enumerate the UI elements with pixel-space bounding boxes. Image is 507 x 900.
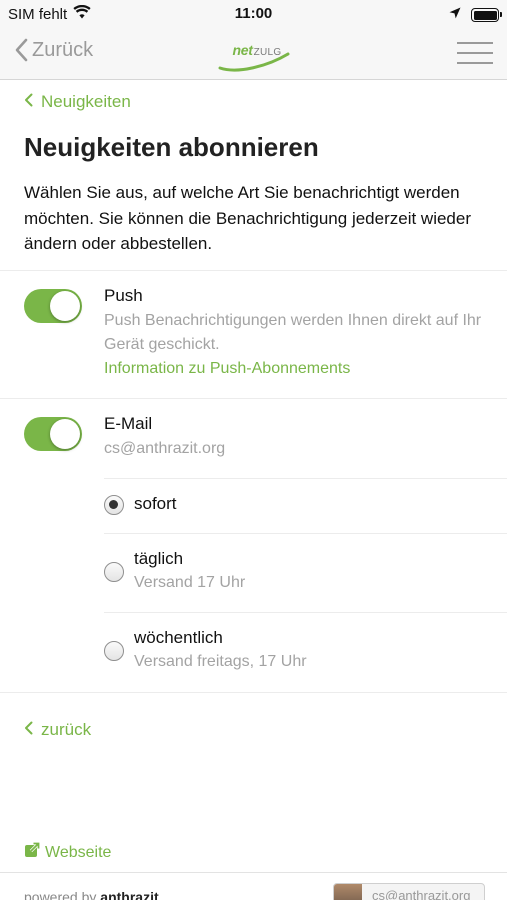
email-address: cs@anthrazit.org [104,440,226,457]
avatar [334,884,362,900]
battery-icon [471,8,502,22]
location-arrow-icon [449,6,461,24]
email-title: E-Mail [104,414,153,433]
divider [0,398,507,399]
powered-brand: anthrazit [100,889,159,900]
chevron-left-icon [24,720,33,740]
website-label: Webseite [45,843,112,861]
logo-sub-text: ZULG [253,47,282,58]
breadcrumb-link[interactable]: Neuigkeiten [24,92,131,112]
zurueck-link[interactable]: zurück [24,720,91,740]
radio-woechentlich[interactable] [104,641,124,661]
clock: 11:00 [234,5,273,22]
radio-taeglich[interactable] [104,562,124,582]
divider [0,692,507,693]
page-title: Neuigkeiten abonnieren [24,132,319,162]
option-woechentlich-sub: Versand freitags, 17 Uhr [134,653,307,670]
user-email: cs@anthrazit.org [372,888,471,900]
user-account-chip[interactable]: cs@anthrazit.org [333,883,485,900]
option-taeglich-sub: Versand 17 Uhr [134,574,246,591]
intro-text: Wählen Sie aus, auf welche Art Sie benac… [24,183,471,253]
push-description: Push Benachrichtigungen werden Ihnen dir… [104,312,482,353]
option-taeglich-label[interactable]: täglich [134,549,183,569]
divider [104,533,507,534]
netzulg-logo: netZULG [0,40,507,77]
chevron-left-icon [24,92,33,112]
powered-prefix: powered by [24,889,97,900]
zurueck-label: zurück [41,720,92,739]
option-sofort-label[interactable]: sofort [134,494,177,514]
push-title: Push [104,286,143,305]
divider [0,270,507,271]
status-bar: SIM fehlt 11:00 [0,0,507,28]
breadcrumb-label: Neuigkeiten [41,92,131,111]
divider [104,478,507,479]
hamburger-menu-icon[interactable] [457,40,493,66]
nav-bar: Zurück netZULG [0,28,507,80]
email-toggle[interactable] [24,417,82,451]
powered-by: powered by anthrazit [24,889,159,900]
divider [104,612,507,613]
footer: powered by anthrazit cs@anthrazit.org [0,872,507,900]
push-info-link[interactable]: Information zu Push-Abonnements [104,360,350,378]
status-right [449,6,502,24]
option-woechentlich-label[interactable]: wöchentlich [134,628,223,648]
radio-sofort[interactable] [104,495,124,515]
website-link[interactable]: Webseite [24,841,112,863]
logo-main-text: net [232,42,253,58]
external-link-icon [24,841,41,863]
push-toggle[interactable] [24,289,82,323]
